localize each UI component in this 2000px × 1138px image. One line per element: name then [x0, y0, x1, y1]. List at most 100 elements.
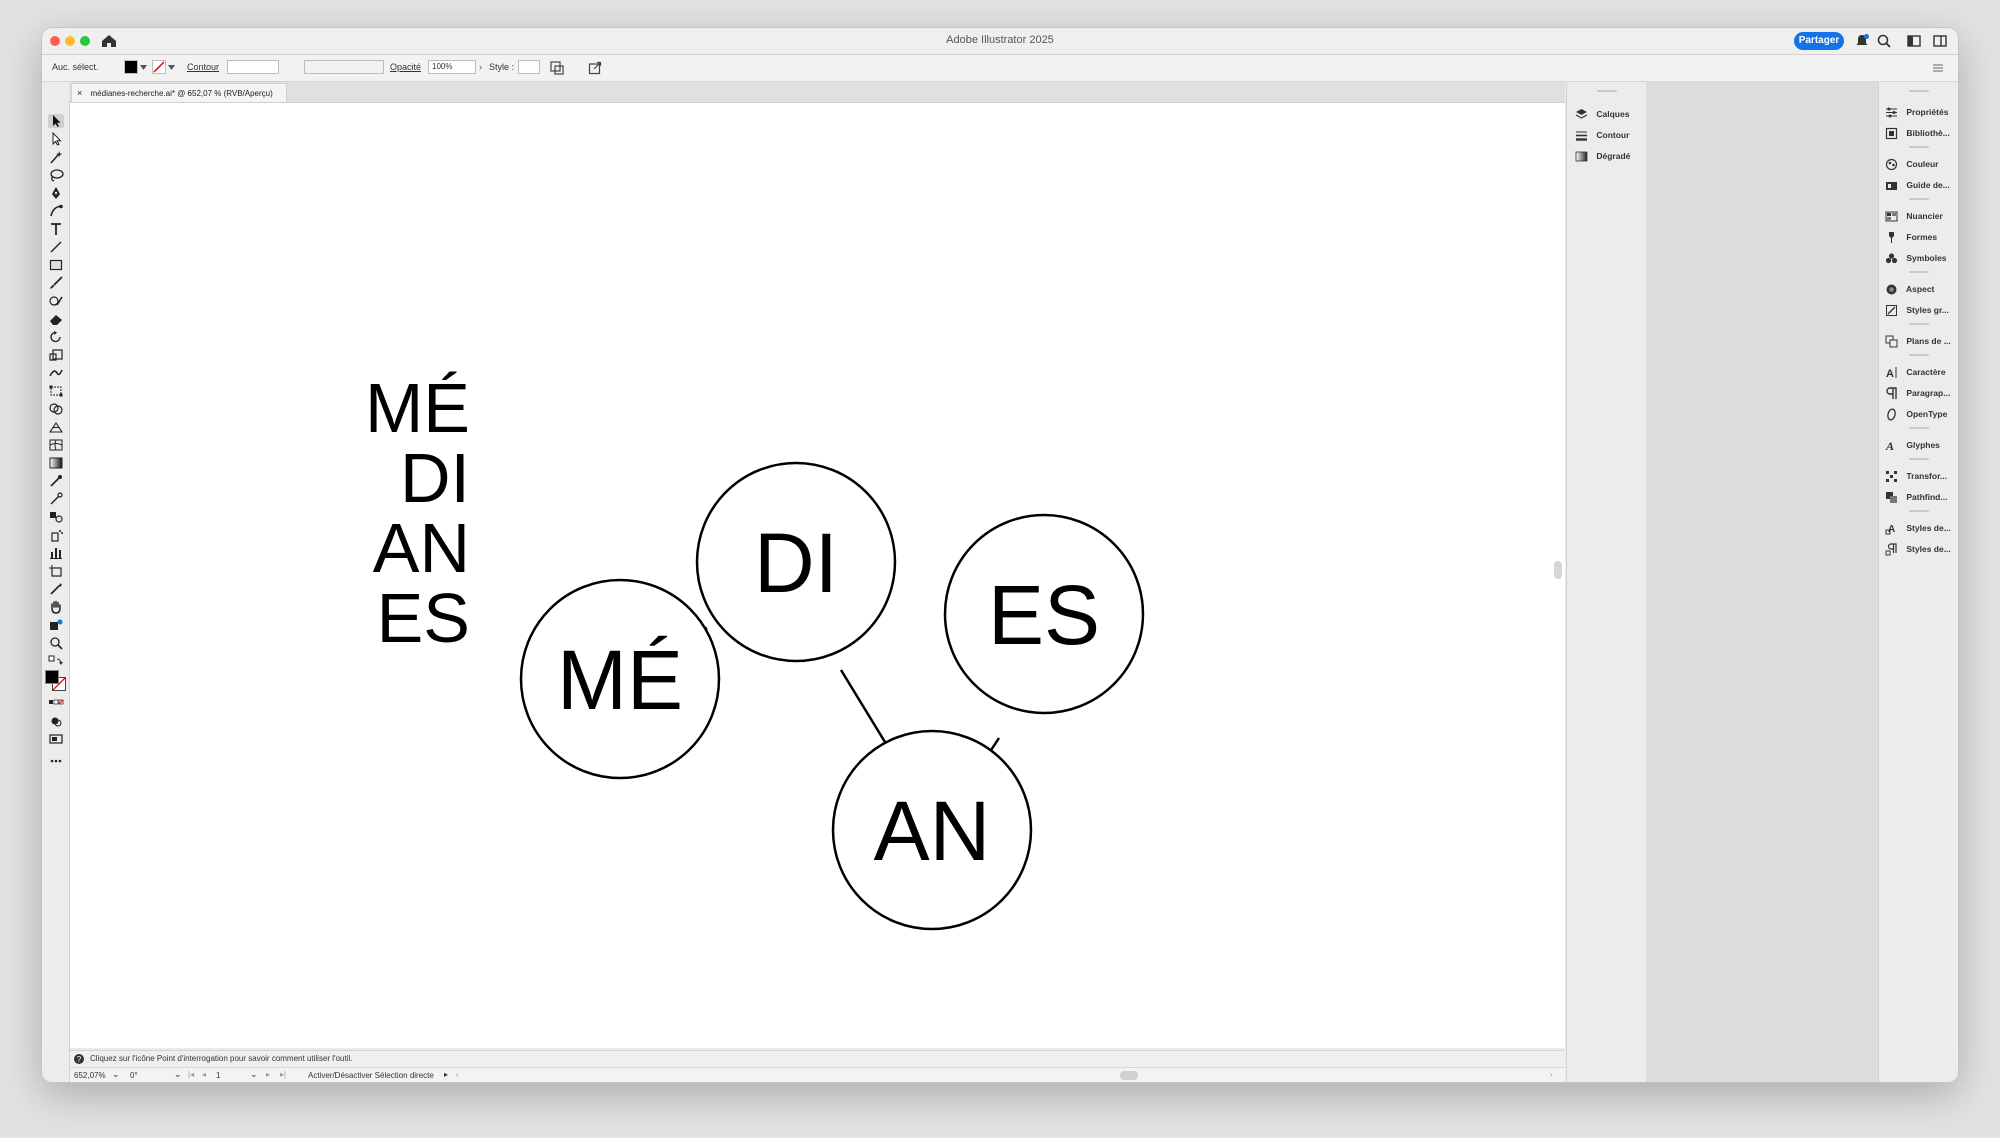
panel-item-proprietes[interactable]: Propriétés — [1885, 104, 1948, 120]
chevron-down-icon[interactable]: ⌄ — [112, 1069, 120, 1080]
search-icon[interactable] — [1876, 33, 1892, 49]
circle-node[interactable]: DI — [695, 461, 897, 663]
panel-item-nuancier[interactable]: Nuancier — [1885, 208, 1943, 224]
curvature-tool[interactable] — [48, 204, 64, 218]
document-setup-icon[interactable] — [550, 61, 564, 75]
opacity-field[interactable]: 100% — [428, 60, 476, 74]
vertical-scroll-thumb[interactable] — [1554, 561, 1562, 579]
first-artboard-icon[interactable]: |◂ — [188, 1070, 194, 1079]
network-diagram[interactable]: MÉ DI AN ES — [70, 103, 1565, 1048]
line-segment-tool[interactable] — [48, 240, 64, 254]
panel-item-glyphes[interactable]: A Glyphes — [1885, 437, 1940, 453]
chevron-down-icon[interactable] — [140, 65, 147, 70]
chevron-right-icon[interactable]: › — [479, 62, 482, 72]
scale-tool[interactable] — [48, 348, 64, 362]
panel-item-pathfinder[interactable]: Pathfind... — [1885, 489, 1947, 505]
rectangle-tool[interactable] — [48, 258, 64, 272]
lasso-tool[interactable] — [48, 168, 64, 182]
artboard-tool[interactable] — [48, 564, 64, 578]
play-icon[interactable]: ▸ — [444, 1070, 448, 1079]
direct-selection-tool[interactable] — [48, 131, 64, 146]
measure-tool[interactable] — [48, 492, 64, 506]
notifications-icon[interactable] — [1854, 33, 1870, 49]
stroke-label[interactable]: Contour — [187, 62, 219, 72]
help-icon[interactable]: ? — [74, 1054, 84, 1064]
circle-node[interactable]: ES — [943, 513, 1145, 715]
fill-swatch[interactable] — [124, 60, 138, 74]
slice-tool[interactable] — [48, 582, 64, 596]
column-graph-tool[interactable] — [48, 546, 64, 560]
chevron-down-icon[interactable]: ⌄ — [174, 1069, 182, 1080]
stroke-weight-field[interactable] — [227, 60, 279, 74]
panel-item-styles-caracteres[interactable]: A Styles de... — [1885, 520, 1951, 536]
panel-item-symboles[interactable]: Symboles — [1885, 250, 1947, 266]
scroll-right-icon[interactable]: › — [1550, 1070, 1553, 1079]
chevron-down-icon[interactable] — [168, 65, 175, 70]
panel-item-styles-paragraphes[interactable]: Styles de... — [1885, 541, 1951, 557]
next-artboard-icon[interactable]: ▸ — [266, 1070, 270, 1079]
panel-item-guide-couleurs[interactable]: Guide de... — [1885, 177, 1950, 193]
print-tiling-tool[interactable] — [48, 618, 64, 632]
blend-tool[interactable] — [48, 510, 64, 524]
stroke-swatch[interactable] — [152, 60, 166, 74]
panel-item-paragraphe[interactable]: Paragrap... — [1885, 385, 1950, 401]
warp-tool[interactable] — [48, 366, 64, 380]
arrange-documents-icon[interactable] — [1932, 33, 1948, 49]
document-tab[interactable]: × médianes-recherche.ai* @ 652,07 % (RVB… — [71, 83, 287, 102]
panel-item-caractere[interactable]: A Caractère — [1885, 364, 1946, 380]
eraser-tool[interactable] — [48, 312, 64, 326]
pen-tool[interactable] — [48, 186, 64, 200]
close-tab-icon[interactable]: × — [77, 88, 82, 98]
fill-stroke-swatches[interactable] — [45, 670, 66, 691]
panel-item-degrade[interactable]: Dégradé — [1575, 148, 1630, 164]
zoom-level[interactable]: 652,07% — [74, 1071, 106, 1080]
panel-item-plans-de-travail[interactable]: Plans de ... — [1885, 333, 1951, 349]
graphic-style-picker[interactable] — [518, 60, 540, 74]
horizontal-scroll-thumb[interactable] — [1120, 1071, 1138, 1080]
perspective-grid-tool[interactable] — [48, 420, 64, 434]
dock-grip[interactable] — [1597, 90, 1617, 92]
opacity-label[interactable]: Opacité — [390, 62, 421, 72]
artboard-number[interactable]: 1 — [216, 1071, 220, 1080]
selection-tool[interactable] — [48, 114, 64, 128]
mesh-tool[interactable] — [48, 438, 64, 452]
shaper-tool[interactable] — [48, 294, 64, 308]
panel-item-formes[interactable]: Formes — [1885, 229, 1937, 245]
zoom-tool[interactable] — [48, 636, 64, 650]
scroll-left-icon[interactable]: ‹ — [456, 1070, 459, 1079]
control-menu-icon[interactable] — [1932, 62, 1944, 74]
hand-tool[interactable] — [48, 600, 64, 614]
rotate-tool[interactable] — [48, 330, 64, 344]
gradient-tool[interactable] — [48, 456, 64, 470]
previous-artboard-icon[interactable]: ◂ — [202, 1070, 206, 1079]
panel-item-transformation[interactable]: Transfor... — [1885, 468, 1947, 484]
free-transform-tool[interactable] — [48, 384, 64, 398]
panel-item-aspect[interactable]: Aspect — [1885, 281, 1934, 297]
panel-item-contour[interactable]: Contour — [1575, 127, 1629, 143]
circle-node[interactable]: MÉ — [519, 578, 721, 780]
more-tools-icon[interactable] — [48, 754, 64, 768]
symbol-sprayer-tool[interactable] — [48, 528, 64, 542]
paintbrush-tool[interactable] — [48, 276, 64, 290]
vertical-scrollbar[interactable] — [1553, 109, 1563, 1044]
panel-item-bibliotheques[interactable]: Bibliothè... — [1885, 125, 1950, 141]
panel-item-opentype[interactable]: OpenType — [1885, 406, 1947, 422]
type-tool[interactable] — [48, 222, 64, 236]
screen-mode-icon[interactable] — [48, 732, 64, 746]
artboard-canvas[interactable]: MÉ DI AN ES MÉ DI AN ES — [70, 103, 1565, 1048]
color-mode-icon[interactable] — [48, 696, 64, 710]
magic-wand-tool[interactable] — [48, 150, 64, 164]
dock-grip[interactable] — [1909, 90, 1929, 92]
shape-builder-tool[interactable] — [48, 402, 64, 416]
share-button[interactable]: Partager — [1794, 32, 1844, 50]
panel-item-calques[interactable]: Calques — [1575, 106, 1629, 122]
export-icon[interactable] — [588, 61, 602, 75]
circle-node[interactable]: AN — [831, 729, 1033, 931]
last-artboard-icon[interactable]: ▸| — [280, 1070, 286, 1079]
eyedropper-tool[interactable] — [48, 474, 64, 488]
rotation-value[interactable]: 0° — [130, 1071, 138, 1080]
panel-item-styles-graphiques[interactable]: Styles gr... — [1885, 302, 1949, 318]
workspace-switcher-icon[interactable] — [1906, 33, 1922, 49]
variable-width-select[interactable] — [304, 60, 384, 74]
swap-fill-stroke-icon[interactable] — [48, 654, 64, 668]
